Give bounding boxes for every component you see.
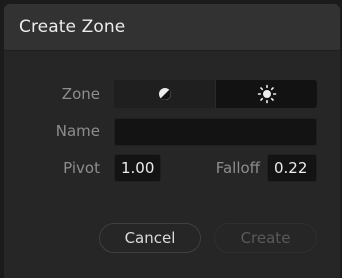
zone-option-contrast[interactable]: [114, 80, 215, 108]
falloff-label: Falloff: [215, 159, 260, 177]
name-label: Name: [55, 122, 100, 140]
zone-option-brightness[interactable]: [215, 80, 317, 108]
half-circle-contrast-icon: [158, 88, 171, 100]
zone-segmented-control: [114, 80, 317, 108]
cancel-button[interactable]: Cancel: [99, 223, 201, 253]
pivot-input[interactable]: [114, 154, 161, 182]
pivot-label: Pivot: [63, 159, 100, 177]
dialog-titlebar: Create Zone: [4, 4, 340, 51]
zone-label: Zone: [61, 85, 100, 103]
dialog-title: Create Zone: [19, 17, 126, 37]
sun-brightness-icon: [257, 84, 276, 104]
falloff-input[interactable]: [267, 154, 317, 182]
name-input[interactable]: [114, 118, 317, 146]
create-zone-dialog: Create Zone Zone Name Pivot 1.00 Falloff…: [4, 4, 340, 278]
create-button[interactable]: Create: [214, 223, 317, 253]
